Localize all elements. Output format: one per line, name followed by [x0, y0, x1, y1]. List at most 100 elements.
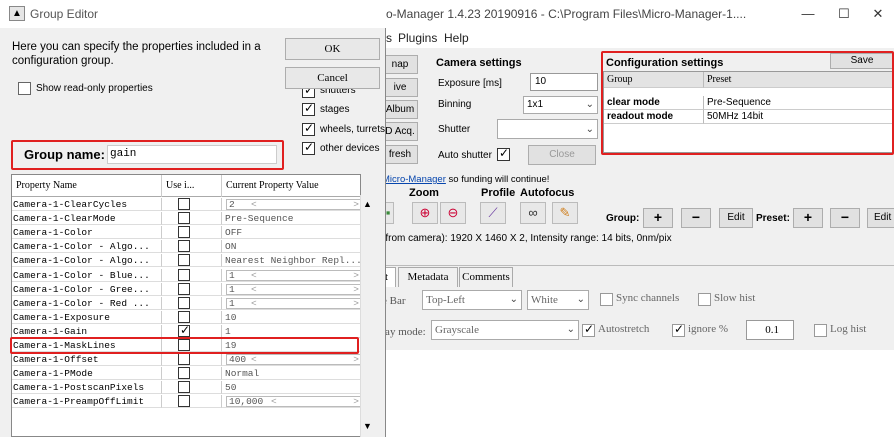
stages-checkbox[interactable]	[302, 101, 315, 116]
property-value-cell[interactable]: 1 < >	[222, 269, 360, 282]
tab-metadata[interactable]: Metadata	[398, 267, 458, 287]
add-preset-button[interactable]: +	[793, 208, 823, 228]
property-row[interactable]: Camera-1-PostscanPixels 50	[12, 381, 360, 395]
use-in-group-checkbox[interactable]	[178, 254, 190, 267]
value-slider[interactable]: 400 < >	[226, 354, 360, 366]
value-slider[interactable]: 1 < >	[226, 269, 360, 281]
log-hist-checkbox[interactable]	[814, 324, 827, 337]
property-value-cell[interactable]: 1	[222, 325, 360, 338]
menu-item-help[interactable]: Help	[444, 31, 469, 45]
scroll-down-icon[interactable]: ▼	[363, 421, 372, 431]
use-in-group-checkbox[interactable]	[178, 296, 190, 309]
use-in-group-checkbox[interactable]	[178, 367, 190, 380]
slider-right-icon[interactable]: >	[353, 200, 359, 210]
sync-channels-checkbox[interactable]	[600, 293, 613, 306]
shutters-checkbox[interactable]	[302, 89, 315, 98]
ok-button[interactable]: OK	[285, 38, 380, 60]
remove-group-button[interactable]: −	[681, 208, 711, 228]
slider-right-icon[interactable]: >	[353, 270, 359, 280]
property-value-cell[interactable]: 10	[222, 311, 360, 324]
slider-right-icon[interactable]: >	[353, 284, 359, 294]
mda-button[interactable]: D Acq.	[382, 122, 418, 141]
cancel-button[interactable]: Cancel	[285, 67, 380, 89]
property-row[interactable]: Camera-1-PMode Normal	[12, 367, 360, 381]
property-row[interactable]: Camera-1-Color - Blue... 1 < >	[12, 268, 360, 282]
scale-bar-color-select[interactable]: White ⌄	[527, 290, 589, 310]
remove-preset-button[interactable]: −	[830, 208, 860, 228]
property-value-cell[interactable]: 400 < >	[222, 353, 360, 367]
property-value-cell[interactable]: Pre-Sequence	[222, 212, 360, 226]
binning-select[interactable]: 1x1 ⌄	[523, 96, 598, 114]
use-in-group-checkbox[interactable]	[178, 310, 190, 323]
use-in-group-checkbox[interactable]	[178, 395, 190, 408]
wrench-icon[interactable]: ✎	[552, 202, 578, 224]
live-button[interactable]: ive	[382, 78, 418, 97]
minimize-button[interactable]: —	[794, 4, 822, 24]
funding-link[interactable]: Micro-Manager	[382, 174, 446, 185]
close-shutter-button[interactable]: Close	[528, 145, 596, 165]
property-row[interactable]: Camera-1-Gain 1	[12, 323, 360, 338]
property-row[interactable]: Camera-1-Color - Red ... 1 < >	[12, 296, 360, 310]
auto-shutter-checkbox[interactable]	[497, 146, 510, 161]
other-devices-checkbox[interactable]	[302, 140, 315, 155]
menu-item-plugins[interactable]: Plugins	[398, 31, 437, 45]
snap-button[interactable]: nap	[382, 55, 418, 74]
slider-left-icon[interactable]: <	[251, 284, 257, 294]
property-value-cell[interactable]: 1 < >	[222, 297, 360, 310]
exposure-input[interactable]: 10	[530, 73, 598, 91]
autostretch-checkbox[interactable]	[582, 322, 595, 337]
slider-left-icon[interactable]: <	[251, 298, 257, 308]
scroll-up-icon[interactable]: ▲	[363, 199, 372, 209]
slider-left-icon[interactable]: <	[251, 270, 257, 280]
wheels-checkbox[interactable]	[302, 121, 315, 136]
slider-right-icon[interactable]: >	[353, 355, 359, 365]
property-row[interactable]: Camera-1-ClearCycles 2 < >	[12, 198, 360, 211]
slider-left-icon[interactable]: <	[271, 397, 277, 407]
shutter-select[interactable]: ⌄	[497, 119, 598, 139]
ignore-checkbox[interactable]	[672, 322, 685, 337]
use-in-group-checkbox[interactable]	[178, 240, 190, 253]
property-value-cell[interactable]: 50	[222, 381, 360, 395]
property-value-cell[interactable]: 1 < >	[222, 283, 360, 296]
refresh-button[interactable]: fresh	[382, 145, 418, 164]
tab-comments[interactable]: Comments	[459, 267, 513, 287]
show-readonly-checkbox[interactable]	[18, 82, 31, 95]
zoom-out-icon[interactable]: ⊖	[440, 202, 466, 224]
edit-group-button[interactable]: Edit	[719, 208, 753, 228]
use-in-group-checkbox[interactable]	[178, 381, 190, 394]
property-scrollbar[interactable]: ▲ ▼	[360, 195, 374, 437]
property-row[interactable]: Camera-1-Color OFF	[12, 226, 360, 240]
property-row[interactable]: Camera-1-ClearMode Pre-Sequence	[12, 212, 360, 226]
col-use-in-group[interactable]: Use i...	[166, 180, 194, 191]
use-in-group-checkbox[interactable]	[178, 268, 190, 281]
zoom-in-icon[interactable]: ⊕	[412, 202, 438, 224]
slider-left-icon[interactable]: <	[251, 200, 257, 210]
use-in-group-checkbox[interactable]	[178, 198, 190, 210]
property-value-cell[interactable]: 10,000 < >	[222, 395, 360, 409]
property-row[interactable]: Camera-1-PreampOffLimit 10,000 < >	[12, 395, 360, 409]
property-value-cell[interactable]: Normal	[222, 367, 360, 381]
col-current-value[interactable]: Current Property Value	[226, 180, 319, 191]
line-profile-icon[interactable]: ⟋	[480, 202, 506, 224]
edit-preset-button[interactable]: Edit	[867, 208, 894, 228]
property-value-cell[interactable]: OFF	[222, 226, 360, 240]
use-in-group-checkbox[interactable]	[178, 226, 190, 239]
maximize-button[interactable]: ☐	[830, 4, 858, 24]
menu-item-s[interactable]: s	[386, 31, 392, 45]
slow-hist-checkbox[interactable]	[698, 293, 711, 306]
property-row[interactable]: Camera-1-Color - Gree... 1 < >	[12, 282, 360, 296]
add-group-button[interactable]: +	[643, 208, 673, 228]
value-slider[interactable]: 2 < >	[226, 199, 360, 210]
property-row[interactable]: Camera-1-Color - Algo... Nearest Neighbor…	[12, 254, 360, 268]
ignore-percent-spinner[interactable]: 0.1	[746, 320, 794, 340]
binoculars-icon[interactable]: ∞	[520, 202, 546, 224]
property-row[interactable]: Camera-1-Exposure 10	[12, 310, 360, 324]
value-slider[interactable]: 1 < >	[226, 283, 360, 295]
scale-bar-position-select[interactable]: Top-Left ⌄	[422, 290, 522, 310]
value-slider[interactable]: 10,000 < >	[226, 396, 360, 408]
slider-right-icon[interactable]: >	[353, 298, 359, 308]
use-in-group-checkbox[interactable]	[178, 353, 190, 366]
property-value-cell[interactable]: Nearest Neighbor Repl...	[222, 254, 360, 268]
property-value-cell[interactable]: 2 < >	[222, 198, 360, 211]
slider-left-icon[interactable]: <	[251, 355, 257, 365]
